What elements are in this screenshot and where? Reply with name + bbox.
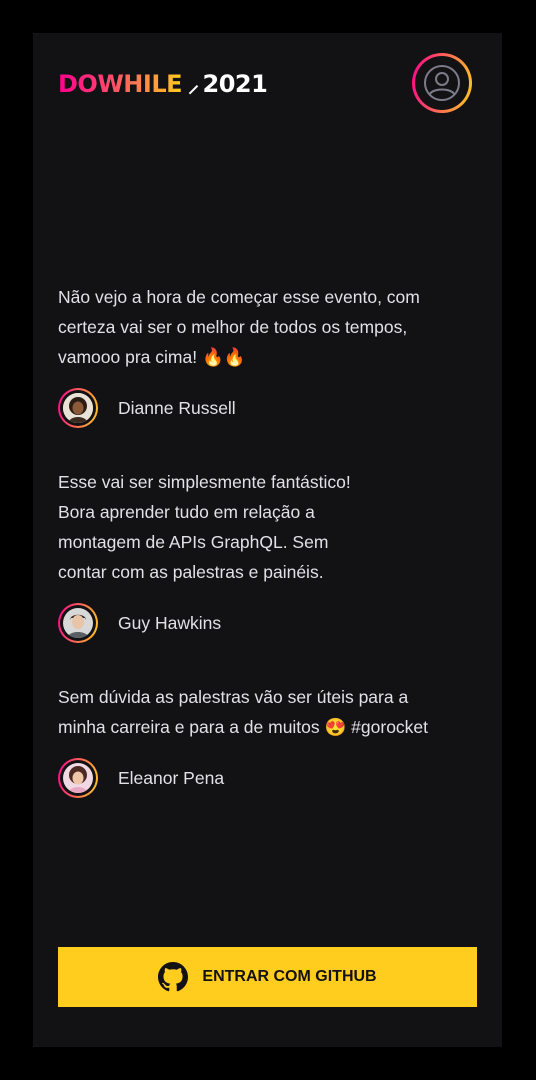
message-author: Guy Hawkins (58, 603, 468, 643)
message-author: Dianne Russell (58, 388, 468, 428)
message-author: Eleanor Pena (58, 758, 468, 798)
user-avatar-button[interactable] (412, 53, 472, 113)
author-avatar (58, 603, 98, 643)
message-text: Sem dúvida as palestras vão ser úteis pa… (58, 687, 429, 737)
github-login-label: ENTRAR COM GITHUB (202, 968, 377, 985)
author-avatar (58, 388, 98, 428)
message-item: Esse vai ser simplesmente fantástico! Bo… (58, 467, 468, 643)
logo-text: DOWHILE (58, 70, 183, 98)
user-circle-icon (424, 65, 460, 101)
logo-year: 2021 (202, 70, 268, 98)
message-item: Não vejo a hora de começar esse evento, … (58, 282, 468, 428)
message-text: Não vejo a hora de começar esse evento, … (58, 287, 420, 367)
github-icon (158, 962, 189, 992)
author-name: Eleanor Pena (118, 767, 225, 788)
author-name: Guy Hawkins (118, 612, 222, 633)
github-login-button[interactable]: ENTRAR COM GITHUB (58, 947, 477, 1007)
message-text: Esse vai ser simplesmente fantástico! Bo… (58, 472, 351, 582)
rocket-slash-icon: ⸝ (188, 73, 199, 98)
author-name: Dianne Russell (118, 397, 236, 418)
dowhile-logo: DOWHILE ⸝ 2021 (58, 70, 268, 98)
author-avatar (58, 758, 98, 798)
message-item: Sem dúvida as palestras vão ser úteis pa… (58, 682, 468, 798)
app-screen: DOWHILE ⸝ 2021 Não vejo a hora de começa… (33, 33, 502, 1047)
